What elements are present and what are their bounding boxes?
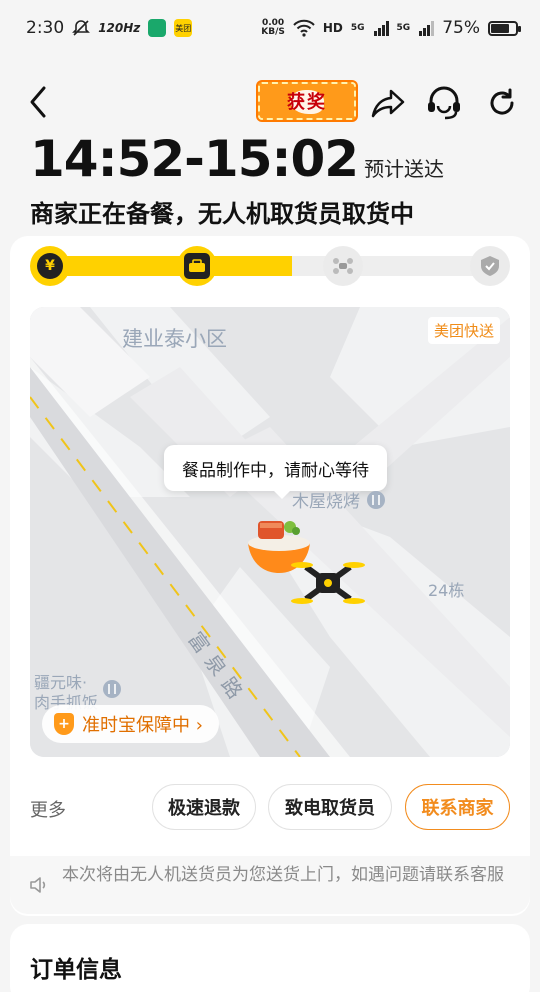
- order-status-title: 商家正在备餐，无人机取货员取货中: [30, 200, 414, 228]
- cutlery-icon-2: [103, 680, 122, 698]
- step-paid: ¥: [30, 246, 70, 286]
- net-speed: 0.00 KB/S: [261, 18, 285, 37]
- eta-label: 预计送达: [364, 157, 445, 181]
- signal-icon: [373, 21, 389, 36]
- step-drone: [323, 246, 363, 286]
- drone-icon: [330, 253, 356, 279]
- refresh-rate: 120Hz: [98, 21, 141, 35]
- battery-percent: 75%: [442, 18, 480, 38]
- hd-indicator: HD: [322, 21, 343, 35]
- header: 获奖: [0, 72, 540, 132]
- battery-icon: [488, 20, 521, 36]
- brand-tag: 美团快送: [427, 317, 500, 344]
- customer-service-button[interactable]: [424, 84, 464, 122]
- delivery-map[interactable]: 美团快送 建业泰小区 餐品制作中，请耐心等待 木屋烧烤 24栋 富泉路 疆元味·…: [30, 307, 510, 757]
- shield-icon: +: [54, 713, 74, 735]
- headset-icon: [428, 86, 460, 120]
- speaker-icon: [30, 877, 46, 893]
- eta-time: 14:52-15:02: [30, 130, 359, 188]
- phone-app-icon: [148, 19, 167, 37]
- sim1-label: 5G: [350, 23, 365, 33]
- progress-fill: [50, 256, 292, 276]
- share-button[interactable]: [368, 84, 408, 122]
- drone-notice: 本次将由无人机送货员为您送货上门，如遇问题请联系客服: [10, 856, 530, 914]
- status-bar: 2:30 120Hz 美团 0.00 KB/S HD 5G 5G 75%: [0, 0, 540, 56]
- mute-icon: [72, 20, 91, 36]
- back-button[interactable]: [24, 84, 56, 120]
- notice-text: 本次将由无人机送货员为您送货上门，如遇问题请联系客服: [62, 865, 504, 885]
- merchant-icon: [184, 253, 210, 279]
- map-label-building: 24栋: [428, 581, 465, 600]
- action-row: 更多 极速退款 致电取货员 联系商家: [30, 784, 510, 830]
- more-button[interactable]: 更多: [30, 796, 66, 822]
- call-courier-button[interactable]: 致电取货员: [268, 784, 392, 830]
- eta: 14:52-15:02 预计送达: [30, 130, 444, 188]
- quick-refund-button[interactable]: 极速退款: [152, 784, 256, 830]
- chevron-left-icon: [30, 86, 46, 118]
- refresh-button[interactable]: [482, 84, 522, 122]
- signal-icon-2: [419, 21, 435, 36]
- map-label-community: 建业泰小区: [122, 327, 227, 351]
- meituan-app-icon: 美团: [174, 19, 193, 37]
- map-label-shop: 木屋烧烤: [292, 487, 386, 512]
- clock: 2:30: [26, 18, 65, 38]
- on-time-guarantee[interactable]: + 准时宝保障中 ›: [42, 705, 219, 743]
- wifi-icon: [293, 19, 315, 37]
- order-info-title: 订单信息: [30, 957, 122, 983]
- cutlery-icon: [367, 490, 385, 509]
- reward-badge[interactable]: 获奖: [258, 82, 356, 120]
- step-merchant: [177, 246, 217, 286]
- order-info-card: 订单信息: [10, 924, 530, 992]
- contact-merchant-button[interactable]: 联系商家: [405, 784, 510, 830]
- status-bubble: 餐品制作中，请耐心等待: [164, 445, 387, 499]
- payment-icon: ¥: [37, 253, 63, 279]
- check-icon: [477, 253, 503, 279]
- step-delivered: [470, 246, 510, 286]
- refresh-icon: [490, 88, 514, 115]
- drone-marker-icon: [291, 562, 365, 604]
- sim2-label: 5G: [396, 23, 411, 33]
- delivery-progress: ¥: [30, 246, 510, 286]
- share-icon: [371, 89, 405, 118]
